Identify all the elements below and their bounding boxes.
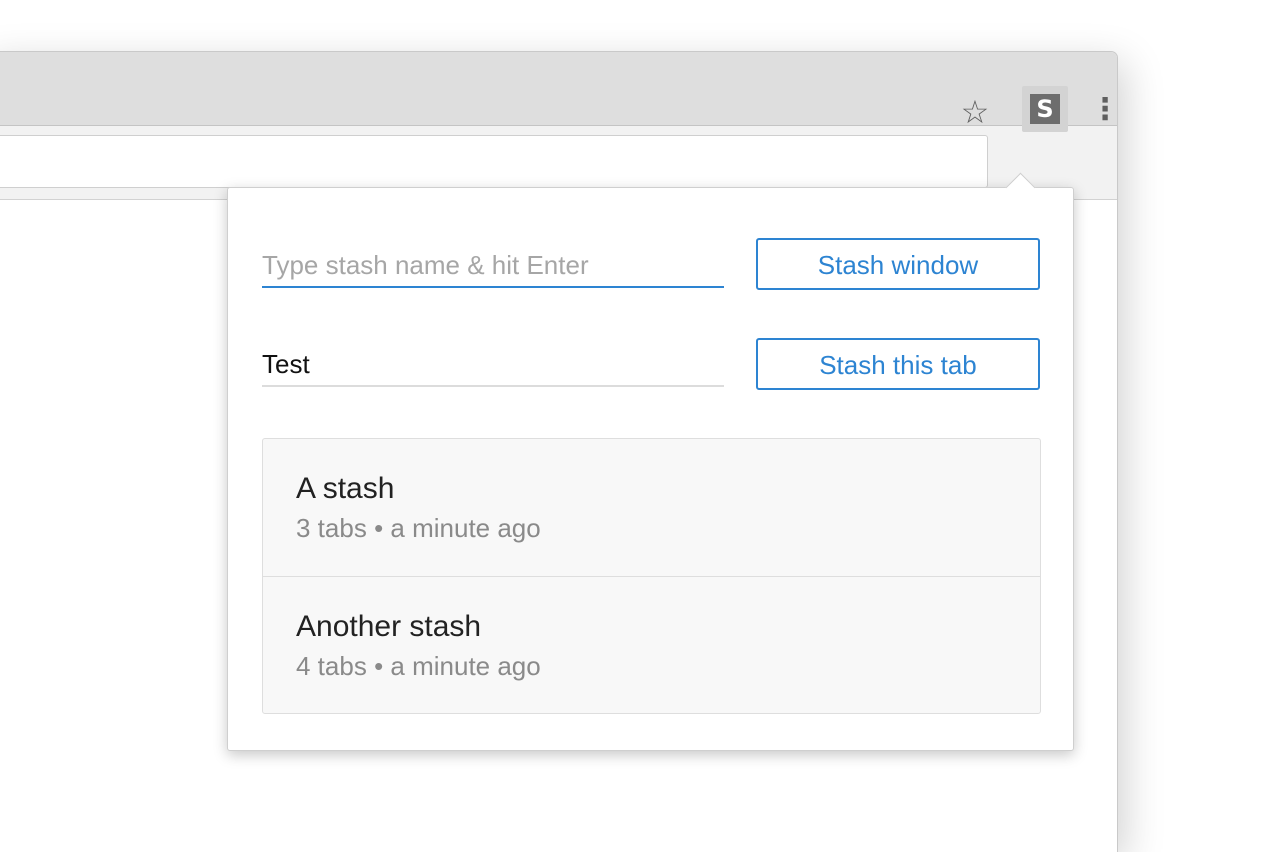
stash-extension-button[interactable]: S bbox=[1022, 86, 1068, 132]
stash-list-item[interactable]: A stash 3 tabs • a minute ago bbox=[263, 439, 1040, 576]
stash-time: a minute ago bbox=[390, 513, 541, 543]
stash-meta: 4 tabs • a minute ago bbox=[296, 648, 1040, 684]
stash-meta: 3 tabs • a minute ago bbox=[296, 510, 1040, 546]
address-bar[interactable] bbox=[0, 135, 988, 188]
title-bar bbox=[0, 52, 1117, 126]
stash-list: A stash 3 tabs • a minute ago Another st… bbox=[262, 438, 1041, 714]
stash-meta-separator: • bbox=[374, 513, 384, 543]
tab-stash-name-input[interactable] bbox=[262, 343, 724, 387]
stash-tab-count: 3 tabs bbox=[296, 513, 367, 543]
stash-popup: Stash window Stash this tab A stash 3 ta… bbox=[227, 172, 1074, 751]
stash-name: Another stash bbox=[296, 610, 482, 643]
stash-this-tab-button[interactable]: Stash this tab bbox=[756, 338, 1040, 390]
stash-time: a minute ago bbox=[390, 651, 541, 681]
browser-menu-icon[interactable]: ⋮ bbox=[1090, 93, 1120, 127]
stash-window-button[interactable]: Stash window bbox=[756, 238, 1040, 290]
stash-tab-count: 4 tabs bbox=[296, 651, 367, 681]
stash-name: A stash bbox=[296, 472, 395, 505]
stash-extension-icon: S bbox=[1030, 94, 1060, 124]
stash-list-item[interactable]: Another stash 4 tabs • a minute ago bbox=[263, 576, 1040, 713]
window-stash-name-input[interactable] bbox=[262, 244, 724, 288]
bookmark-star-icon[interactable]: ☆ bbox=[960, 96, 990, 128]
stash-meta-separator: • bbox=[374, 651, 384, 681]
